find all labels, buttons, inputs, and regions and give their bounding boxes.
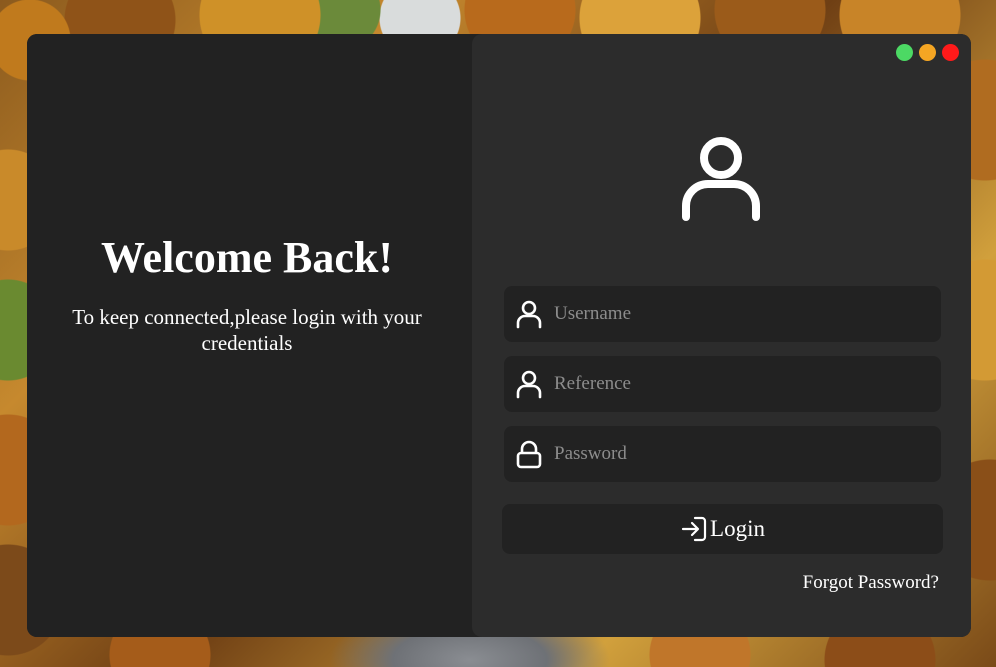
- minimize-button[interactable]: [919, 44, 936, 61]
- forgot-password-link[interactable]: Forgot Password?: [803, 572, 939, 594]
- login-button-label: Login: [710, 516, 765, 541]
- login-icon: [681, 516, 707, 542]
- login-button[interactable]: Login: [502, 504, 943, 554]
- maximize-button[interactable]: [896, 44, 913, 61]
- reference-field-box: [504, 356, 941, 412]
- login-window: Welcome Back! To keep connected,please l…: [27, 34, 971, 637]
- user-icon: [516, 370, 542, 399]
- welcome-subtitle: To keep connected,please login with your…: [72, 305, 422, 355]
- username-input[interactable]: [554, 286, 924, 342]
- welcome-panel: Welcome Back! To keep connected,please l…: [27, 34, 472, 637]
- user-icon: [516, 300, 542, 329]
- window-controls: [896, 44, 959, 61]
- password-input[interactable]: [554, 426, 924, 482]
- password-field-box: [504, 426, 941, 482]
- username-field-box: [504, 286, 941, 342]
- close-button[interactable]: [942, 44, 959, 61]
- welcome-heading: Welcome Back!: [100, 233, 394, 282]
- lock-icon: [516, 440, 542, 469]
- reference-input[interactable]: [554, 356, 924, 412]
- user-avatar-icon: [682, 137, 760, 221]
- login-panel: Login Forgot Password?: [472, 34, 971, 637]
